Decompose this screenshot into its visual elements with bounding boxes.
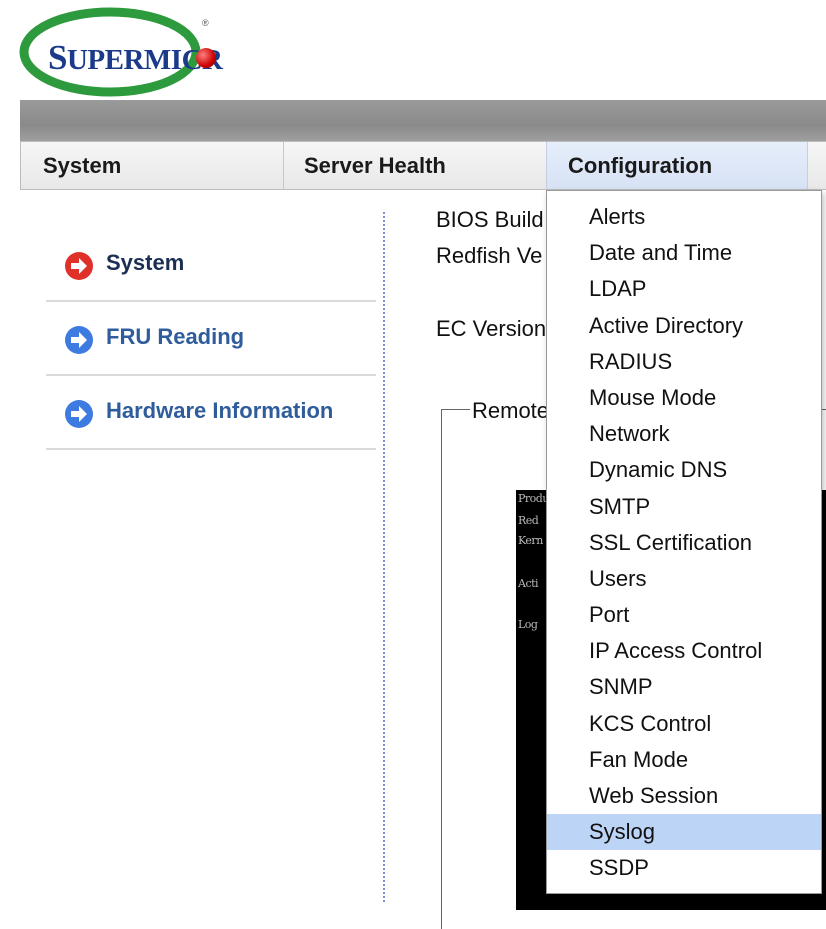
menu-item-alerts[interactable]: Alerts — [547, 199, 821, 235]
menu-item-snmp[interactable]: SNMP — [547, 669, 821, 705]
console-line: Acti — [518, 577, 539, 590]
menu-item-dynamic-dns[interactable]: Dynamic DNS — [547, 452, 821, 488]
menu-item-smtp[interactable]: SMTP — [547, 489, 821, 525]
menu-item-network[interactable]: Network — [547, 416, 821, 452]
menu-item-syslog[interactable]: Syslog — [547, 814, 821, 851]
menu-item-ssl-certification[interactable]: SSL Certification — [547, 525, 821, 561]
menu-item-kcs-control[interactable]: KCS Control — [547, 706, 821, 742]
bios-build-label: BIOS Build — [436, 207, 544, 232]
menu-item-port[interactable]: Port — [547, 597, 821, 633]
sidebar-item-label: Hardware Information — [106, 398, 334, 423]
sidebar-item-label: FRU Reading — [106, 324, 245, 349]
console-line: Red — [518, 514, 539, 527]
console-line: Produ — [518, 492, 549, 505]
menu-item-active-directory[interactable]: Active Directory — [547, 308, 821, 344]
menu-configuration[interactable]: Configuration — [546, 142, 808, 189]
console-line: Log — [518, 618, 538, 631]
menu-item-ssdp[interactable]: SSDP — [547, 850, 821, 886]
menu-server-health[interactable]: Server Health — [284, 142, 546, 189]
menu-item-web-session[interactable]: Web Session — [547, 778, 821, 814]
menu-item-radius[interactable]: RADIUS — [547, 344, 821, 380]
header-band — [20, 100, 826, 142]
menu-system[interactable]: System — [21, 142, 284, 189]
blue-arrow-icon — [65, 400, 93, 428]
sidebar-item-system[interactable]: System — [46, 226, 376, 302]
menu-item-users[interactable]: Users — [547, 561, 821, 597]
ec-version-label: EC Version — [436, 316, 547, 341]
blue-arrow-icon — [65, 326, 93, 354]
sidebar-divider — [383, 212, 385, 902]
menu-item-date-and-time[interactable]: Date and Time — [547, 235, 821, 271]
console-line: Kern — [518, 534, 543, 547]
remote-console-label: Remote — [470, 398, 552, 424]
top-menu-bar: System Server Health Configuration — [20, 141, 826, 190]
sidebar-item-label: System — [106, 250, 185, 275]
redfish-version-label: Redfish Ve — [436, 243, 543, 268]
menu-item-ldap[interactable]: LDAP — [547, 271, 821, 307]
registered-mark: ® — [202, 18, 209, 28]
sidebar-item-hardware-information[interactable]: Hardware Information — [46, 376, 376, 450]
supermicro-logo: SUPERMICR ® — [18, 6, 223, 98]
red-arrow-icon — [65, 252, 93, 280]
left-sidebar: System FRU Reading Hardware Information — [46, 226, 376, 450]
sidebar-item-fru-reading[interactable]: FRU Reading — [46, 302, 376, 376]
menu-item-fan-mode[interactable]: Fan Mode — [547, 742, 821, 778]
logo-red-dot — [196, 48, 216, 68]
menu-item-ip-access-control[interactable]: IP Access Control — [547, 633, 821, 669]
configuration-dropdown-menu: Alerts Date and Time LDAP Active Directo… — [546, 190, 822, 894]
menu-item-mouse-mode[interactable]: Mouse Mode — [547, 380, 821, 416]
